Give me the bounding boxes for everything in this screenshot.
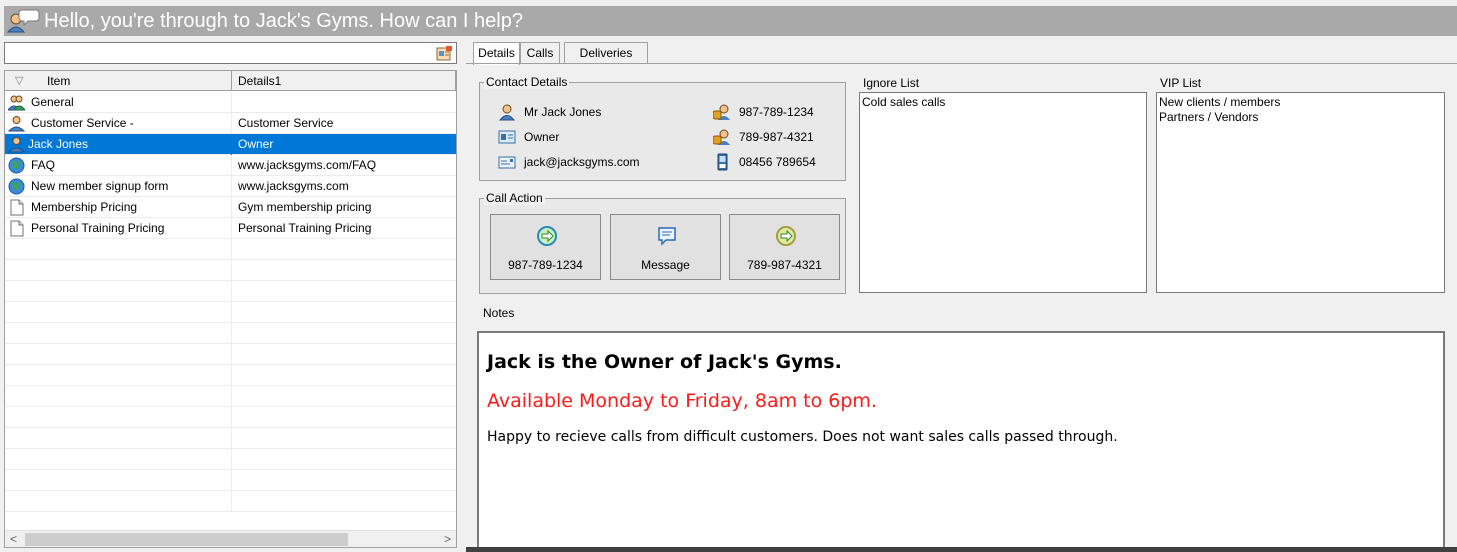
empty-row — [5, 449, 456, 470]
tab-divider — [466, 63, 1457, 64]
table-row[interactable]: Personal Training Pricing Personal Traini… — [5, 218, 456, 239]
phone-person-icon — [712, 128, 731, 146]
column-header-item[interactable]: ▽ Item — [5, 71, 232, 91]
vip-list-label: VIP List — [1160, 76, 1202, 90]
table-row[interactable]: General — [5, 92, 456, 113]
cell-item[interactable]: Jack Jones — [5, 134, 232, 155]
notes-label: Notes — [483, 306, 515, 320]
person-icon — [7, 136, 26, 153]
contact-phone2[interactable]: 789-987-4321 — [739, 130, 814, 144]
table-row[interactable]: New member signup form www.jacksgyms.com — [5, 176, 456, 197]
lookup-card-icon[interactable] — [436, 45, 453, 62]
cell-details[interactable]: Gym membership pricing — [232, 197, 456, 218]
empty-row — [5, 386, 456, 407]
cell-item[interactable]: FAQ — [5, 155, 232, 176]
cell-details[interactable]: www.jacksgyms.com — [232, 176, 456, 197]
empty-row — [5, 260, 456, 281]
search-box — [4, 42, 457, 64]
contact-name: Mr Jack Jones — [524, 105, 602, 119]
cell-item[interactable]: Customer Service - — [5, 113, 232, 134]
cell-item[interactable]: New member signup form — [5, 176, 232, 197]
empty-row — [5, 323, 456, 344]
group-icon — [6, 94, 27, 111]
id-card-icon — [498, 128, 516, 146]
title-bar: Hello, you're through to Jack's Gyms. Ho… — [4, 6, 1457, 36]
vip-list[interactable]: New clients / members Partners / Vendors — [1156, 92, 1445, 293]
empty-row — [5, 491, 456, 512]
empty-row — [5, 239, 456, 260]
mobile-phone-icon — [713, 153, 731, 171]
notes-line-1: Jack is the Owner of Jack's Gyms. — [487, 351, 842, 373]
ignore-list[interactable]: Cold sales calls — [859, 92, 1147, 293]
horizontal-scrollbar[interactable]: < > — [5, 530, 456, 547]
table-row[interactable]: Jack Jones Owner — [5, 134, 456, 155]
tab-details[interactable]: Details — [473, 42, 520, 65]
list-item[interactable]: Cold sales calls — [862, 95, 1144, 110]
bottom-border — [466, 547, 1457, 552]
contact-role: Owner — [524, 130, 560, 144]
window-title: Hello, you're through to Jack's Gyms. Ho… — [44, 9, 523, 32]
contact-phone3[interactable]: 08456 789654 — [739, 155, 816, 169]
call-phone1-button[interactable]: 987-789-1234 — [490, 214, 601, 280]
list-item[interactable]: Partners / Vendors — [1159, 110, 1442, 125]
cell-details[interactable]: Owner — [232, 134, 456, 155]
tab-deliveries[interactable]: Deliveries — [564, 42, 648, 64]
message-button[interactable]: Message — [610, 214, 721, 280]
empty-row — [5, 365, 456, 386]
table-row[interactable]: Membership Pricing Gym membership pricing — [5, 197, 456, 218]
globe-icon — [8, 157, 25, 174]
contact-email[interactable]: jack@jacksgyms.com — [524, 155, 640, 169]
email-card-icon — [498, 153, 516, 171]
empty-row — [5, 428, 456, 449]
list-item[interactable]: New clients / members — [1159, 95, 1442, 110]
globe-icon — [8, 178, 25, 195]
scroll-thumb[interactable] — [25, 533, 348, 546]
person-icon — [498, 103, 516, 121]
cell-details[interactable] — [232, 92, 456, 113]
cell-details[interactable]: www.jacksgyms.com/FAQ — [232, 155, 456, 176]
table-row[interactable]: FAQ www.jacksgyms.com/FAQ — [5, 155, 456, 176]
contact-phone1[interactable]: 987-789-1234 — [739, 105, 814, 119]
phone-person-icon — [712, 103, 731, 121]
items-grid[interactable]: ▽ Item Details1 General Customer Service … — [4, 70, 457, 548]
cell-details[interactable]: Customer Service — [232, 113, 456, 134]
document-icon — [8, 220, 25, 237]
call-action-group: Call Action 987-789-1234 Message 789-987… — [479, 191, 846, 294]
grid-header: ▽ Item Details1 — [5, 71, 456, 91]
tab-calls[interactable]: Calls — [520, 42, 560, 64]
cell-item[interactable]: Membership Pricing — [5, 197, 232, 218]
notes-line-3: Happy to recieve calls from difficult cu… — [487, 429, 1118, 445]
empty-row — [5, 302, 456, 323]
message-bubble-icon — [656, 225, 678, 247]
notes-editor[interactable]: Jack is the Owner of Jack's Gyms. Availa… — [477, 331, 1445, 552]
empty-row — [5, 407, 456, 428]
cell-item[interactable]: General — [5, 92, 232, 113]
call-phone2-button[interactable]: 789-987-4321 — [729, 214, 840, 280]
call-arrow-icon — [775, 225, 797, 247]
ignore-list-label: Ignore List — [863, 76, 920, 90]
cell-item[interactable]: Personal Training Pricing — [5, 218, 232, 239]
scroll-right-icon[interactable]: > — [439, 531, 456, 547]
sort-indicator-icon: ▽ — [15, 75, 24, 87]
search-input[interactable] — [5, 43, 425, 63]
left-panel: ▽ Item Details1 General Customer Service … — [4, 42, 457, 548]
empty-row — [5, 470, 456, 491]
call-arrow-icon — [536, 225, 558, 247]
column-header-details1[interactable]: Details1 — [232, 71, 456, 91]
contact-details-group: Contact Details Mr Jack Jones Owner jack… — [479, 75, 846, 181]
cell-details[interactable]: Personal Training Pricing — [232, 218, 456, 239]
call-action-legend: Call Action — [484, 191, 545, 205]
empty-row — [5, 344, 456, 365]
chat-person-icon — [4, 6, 44, 36]
document-icon — [8, 199, 25, 216]
scroll-left-icon[interactable]: < — [5, 531, 22, 547]
contact-details-legend: Contact Details — [484, 75, 570, 89]
notes-line-2: Available Monday to Friday, 8am to 6pm. — [487, 390, 877, 412]
grid-rows: General Customer Service - Customer Servic… — [5, 92, 456, 512]
empty-row — [5, 281, 456, 302]
table-row[interactable]: Customer Service - Customer Service — [5, 113, 456, 134]
person-icon — [7, 115, 26, 132]
